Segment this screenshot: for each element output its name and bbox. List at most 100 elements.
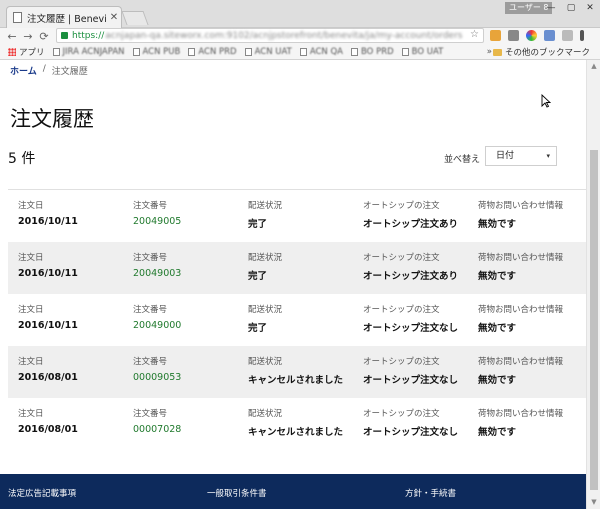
browser-titlebar: 注文履歴 | Benevita ✕ ユーザー 8 — ▢ ✕: [0, 0, 600, 28]
order-date: 2016/10/11: [18, 268, 78, 279]
footer-link-legal[interactable]: 法定広告記載事項: [8, 487, 76, 499]
autoship-label: オートシップの注文: [363, 305, 440, 315]
bookmark-page-icon: [188, 47, 196, 56]
autoship-label: オートシップの注文: [363, 409, 440, 419]
bookmark-page-icon: [132, 47, 140, 56]
new-tab-button[interactable]: [121, 11, 149, 25]
reload-icon[interactable]: ⟳: [36, 30, 52, 43]
bookmark-item[interactable]: ACN PRD: [188, 47, 237, 57]
bookmark-label: ACN PUB: [142, 46, 181, 57]
bookmark-star-icon[interactable]: ☆: [470, 29, 479, 40]
footer-link-policy[interactable]: 方針・手続書: [405, 487, 456, 499]
color-extension-icon[interactable]: [526, 30, 537, 41]
menu-icon[interactable]: [580, 30, 584, 41]
order-date-label: 注文日: [18, 253, 44, 263]
forward-icon[interactable]: →: [20, 30, 36, 43]
bookmark-item[interactable]: BO PRD: [351, 47, 394, 57]
bookmark-label: BO PRD: [361, 46, 394, 57]
order-date: 2016/10/11: [18, 216, 78, 227]
close-window-icon[interactable]: ✕: [580, 2, 600, 14]
extension-icon[interactable]: [490, 30, 501, 41]
bookmark-item[interactable]: ACN UAT: [244, 46, 292, 57]
bookmark-label: BO UAT: [411, 46, 444, 57]
bookmark-label: アプリ: [19, 47, 45, 58]
scrollbar-thumb[interactable]: [590, 150, 598, 490]
chevron-down-icon: ▾: [546, 152, 550, 160]
tab-title: 注文履歴 | Benevita: [27, 13, 107, 25]
bookmarks-bar: アプリ JIRA ACNJAPAN ACN PUB ACN PRD ACN UA…: [0, 44, 600, 60]
breadcrumb-current: 注文履歴: [51, 67, 88, 77]
address-bar[interactable]: https:// acnjapan-qa.siteworx.com:9102/a…: [56, 28, 484, 43]
bookmark-label: JIRA ACNJAPAN: [62, 46, 125, 57]
footer-link-terms[interactable]: 一般取引条件書: [207, 487, 267, 499]
bookmarks-overflow-button[interactable]: »: [487, 44, 492, 60]
bookmark-item[interactable]: ACN PUB: [132, 46, 181, 57]
autoship-status: オートシップ注文なし: [363, 323, 459, 334]
google-extension-icon[interactable]: [562, 30, 573, 41]
order-date: 2016/08/01: [18, 372, 78, 383]
folder-icon: [492, 48, 502, 56]
order-number-link[interactable]: 00007028: [133, 424, 181, 435]
order-row: 注文日 2016/10/11 注文番号 20049005 配送状況 完了 オートシップ…: [8, 190, 586, 242]
inquiry-status: 無効です: [478, 375, 517, 386]
close-tab-icon[interactable]: ✕: [107, 12, 121, 23]
inquiry-label: 荷物お問い合わせ情報: [478, 357, 564, 367]
bookmark-label: ACN QA: [309, 46, 343, 57]
order-date: 2016/08/01: [18, 424, 78, 435]
breadcrumb-home-link[interactable]: ホーム: [10, 64, 37, 77]
order-count: 5 件: [8, 151, 36, 167]
bookmark-item[interactable]: BO UAT: [401, 46, 444, 57]
order-number-link[interactable]: 20049005: [133, 216, 181, 227]
sort-selected-value: 日付: [496, 151, 515, 161]
inquiry-label: 荷物お問い合わせ情報: [478, 409, 564, 419]
delivery-status-label: 配送状況: [248, 305, 283, 315]
lock-icon: [61, 32, 68, 39]
autoship-status: オートシップ注文あり: [363, 271, 459, 282]
delivery-status: キャンセルされました: [248, 375, 344, 386]
delivery-status-label: 配送状況: [248, 357, 283, 367]
bookmark-label: ACN UAT: [254, 46, 292, 57]
sort-label: 並べ替え: [444, 155, 481, 165]
bookmark-page-icon: [299, 47, 307, 56]
other-bookmarks[interactable]: その他のブックマーク: [492, 44, 590, 60]
order-number-link[interactable]: 00009053: [133, 372, 181, 383]
url-text: acnjapan-qa.siteworx.com:9102/acnjpstore…: [105, 30, 463, 41]
camera-extension-icon[interactable]: [508, 30, 519, 41]
order-number-label: 注文番号: [133, 253, 168, 263]
scroll-down-arrow-icon[interactable]: ▼: [590, 498, 598, 506]
order-number-label: 注文番号: [133, 409, 168, 419]
apps-icon: [8, 47, 16, 56]
delivery-status-label: 配送状況: [248, 201, 283, 211]
order-row: 注文日 2016/08/01 注文番号 00009053 配送状況 キャンセルされまし…: [8, 346, 586, 398]
breadcrumb-separator: /: [42, 64, 46, 74]
site-footer: 法定広告記載事項 一般取引条件書 方針・手続書: [0, 474, 586, 509]
delivery-status: 完了: [248, 219, 268, 230]
page-content: ホーム / 注文履歴 注文履歴 5 件 並べ替え 日付 ▾ 注文日 2016/10…: [0, 60, 586, 509]
order-date-label: 注文日: [18, 201, 44, 211]
bookmark-item[interactable]: JIRA ACNJAPAN: [52, 46, 125, 57]
order-number-link[interactable]: 20049003: [133, 268, 181, 279]
back-icon[interactable]: ←: [4, 30, 20, 43]
page-title: 注文履歴: [10, 107, 94, 131]
order-row: 注文日 2016/10/11 注文番号 20049000 配送状況 完了 オートシップ…: [8, 294, 586, 346]
bookmark-item[interactable]: ACN QA: [299, 46, 343, 57]
other-bookmarks-label: その他のブックマーク: [504, 48, 590, 58]
delivery-status: 完了: [248, 323, 268, 334]
delivery-status: 完了: [248, 271, 268, 282]
bookmark-apps[interactable]: アプリ: [8, 46, 45, 58]
browser-tab[interactable]: 注文履歴 | Benevita ✕: [6, 6, 122, 28]
url-scheme: https://: [72, 30, 105, 41]
autoship-label: オートシップの注文: [363, 253, 440, 263]
autoship-status: オートシップ注文あり: [363, 219, 459, 230]
mouse-cursor-icon: [541, 94, 551, 108]
order-row: 注文日 2016/10/11 注文番号 20049003 配送状況 完了 オートシップ…: [8, 242, 586, 294]
page-scrollbar[interactable]: ▲ ▼: [586, 60, 600, 509]
inquiry-label: 荷物お問い合わせ情報: [478, 253, 564, 263]
minimize-icon[interactable]: —: [541, 2, 561, 14]
scroll-up-arrow-icon[interactable]: ▲: [590, 62, 598, 70]
sort-select[interactable]: 日付 ▾: [485, 146, 557, 166]
order-number-link[interactable]: 20049000: [133, 320, 181, 331]
maximize-icon[interactable]: ▢: [561, 2, 581, 14]
screen-extension-icon[interactable]: [544, 30, 555, 41]
bookmark-page-icon: [244, 47, 252, 56]
